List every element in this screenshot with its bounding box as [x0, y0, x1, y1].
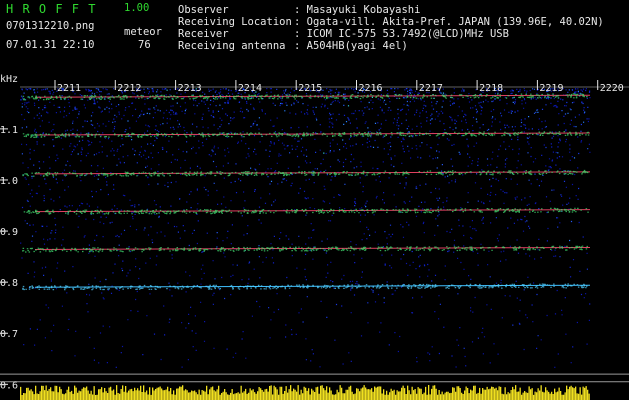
x-tick-label: 2215: [298, 83, 322, 94]
x-tick-label: 2219: [539, 83, 563, 94]
x-tick-label: 2211: [57, 83, 81, 94]
y-tick-label: 1.1: [0, 125, 18, 136]
y-tick-label: 1.0: [0, 176, 18, 187]
x-tick-label: 2220: [600, 83, 624, 94]
x-tick-label: 2213: [178, 83, 202, 94]
spectrogram-plot: 1.1 1.0 0.9 0.8 0.7 0.6 kHz 2211 2212 2213 2214 221…: [0, 74, 629, 400]
x-tick-label: 2218: [479, 83, 503, 94]
hrofft-spectrogram-window: H R O F F T 1.00 0701312210.png 07.01.31…: [0, 0, 629, 400]
x-tick-label: 2216: [359, 83, 383, 94]
y-axis-label: kHz: [0, 74, 18, 85]
x-tick-label: 2217: [419, 83, 443, 94]
y-tick-label: 0.8: [0, 278, 18, 289]
x-tick-label: 2214: [238, 83, 262, 94]
y-tick-label: 0.7: [0, 329, 18, 340]
x-tick-label: 2212: [117, 83, 141, 94]
y-tick-label: 0.6: [0, 380, 18, 391]
y-tick-label: 0.9: [0, 227, 18, 238]
